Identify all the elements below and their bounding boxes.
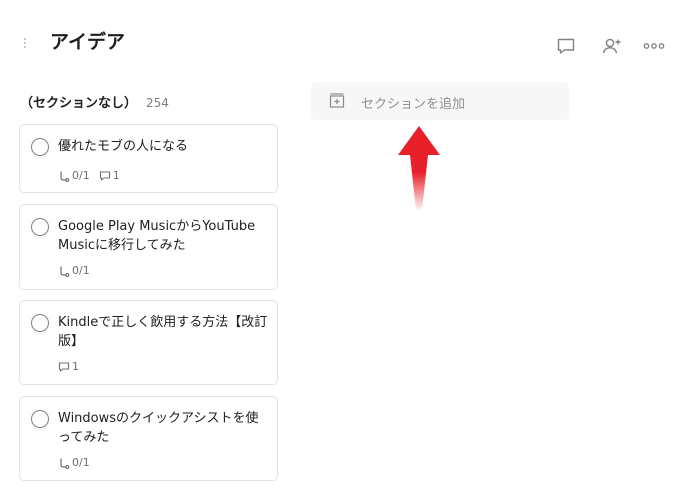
comment-small-icon [99,170,110,181]
subtask-count: 0/1 [58,456,90,469]
task-meta: 0/1 1 [58,169,129,182]
page-header: アイデア [0,0,685,70]
task-meta: 0/1 [58,264,99,277]
task-checkbox[interactable] [31,314,49,332]
comment-icon[interactable] [556,36,578,56]
task-meta: 1 [58,360,88,373]
task-title: Windowsのクイックアシストを使ってみた [58,411,259,445]
task-title: Google Play MusicからYouTube Musicに移行してみた [58,219,256,253]
add-section-button[interactable]: セクションを追加 [311,82,569,120]
task-checkbox[interactable] [31,410,49,428]
add-section-icon [329,93,345,109]
task-card[interactable]: Windowsのクイックアシストを使ってみた 0/1 [19,396,278,481]
comment-small-icon [58,361,70,372]
task-title: Kindleで正しく飲用する方法【改訂版】 [58,315,268,349]
comment-count: 1 [58,360,79,373]
section-header: （セクションなし） 254 [20,92,169,111]
add-section-label: セクションを追加 [361,97,466,112]
task-checkbox[interactable] [31,138,49,156]
section-task-count: 254 [146,96,169,110]
add-person-icon[interactable] [601,36,623,56]
task-checkbox[interactable] [31,218,49,236]
task-card[interactable]: 優れたモブの人になる 0/1 1 [19,124,278,193]
more-horizontal-icon[interactable] [643,36,665,56]
task-title: 優れたモブの人になる [58,139,189,154]
section-title[interactable]: （セクションなし） [20,92,137,111]
task-card[interactable]: Google Play MusicからYouTube Musicに移行してみた … [19,204,278,290]
subtask-icon [60,266,70,277]
subtask-count: 0/1 [58,169,90,182]
task-card[interactable]: Kindleで正しく飲用する方法【改訂版】 1 [19,300,278,385]
page-title[interactable]: アイデア [50,27,125,54]
task-meta: 0/1 [58,456,99,469]
annotation-arrow-icon [398,126,440,210]
subtask-count: 0/1 [58,264,90,277]
comment-count: 1 [99,169,120,182]
subtask-icon [60,458,70,469]
drag-handle-icon[interactable] [23,38,27,52]
subtask-icon [60,171,70,182]
